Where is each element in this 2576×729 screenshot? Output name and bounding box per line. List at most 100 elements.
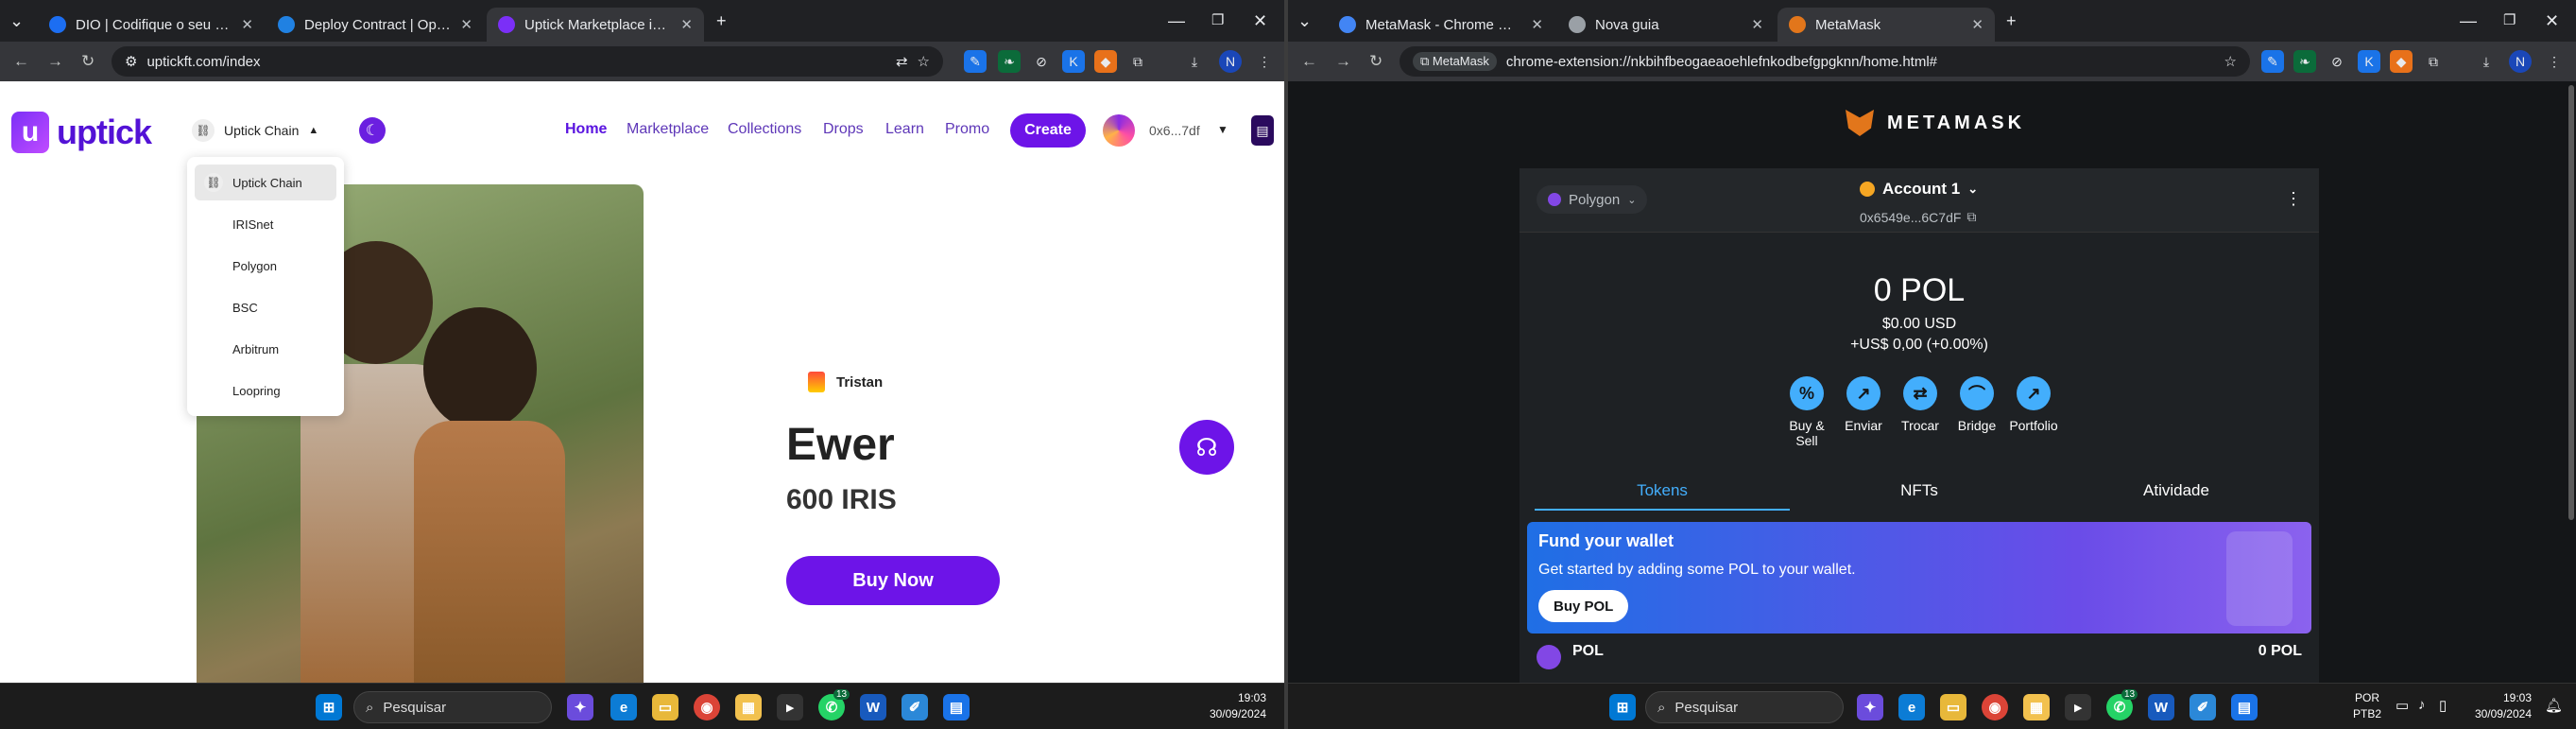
file-explorer-icon[interactable]: ▭	[1940, 694, 1966, 720]
new-tab-icon[interactable]: +	[2006, 8, 2017, 34]
start-windows-icon[interactable]: ⊞	[316, 694, 342, 720]
profile-icon[interactable]: N	[1219, 50, 1242, 73]
buy-now-button[interactable]: Buy Now	[786, 556, 1000, 605]
token-row-pol[interactable]: POL 0 POL	[1537, 641, 2302, 679]
download-icon[interactable]: ⤓	[1183, 50, 1206, 73]
notepad-icon[interactable]: ▤	[943, 694, 970, 720]
support-headset-icon[interactable]: ☊	[1179, 420, 1234, 475]
tab-search-icon[interactable]: ⌄	[9, 8, 24, 34]
notifications-bell-icon[interactable]: 🔔︎	[2545, 697, 2563, 714]
extensions-puzzle-icon[interactable]: ⧉	[2422, 50, 2445, 73]
network-icon[interactable]: ▭	[2396, 697, 2409, 714]
close-tab-icon[interactable]: ✕	[1751, 16, 1763, 33]
tab-chrome-web-store[interactable]: MetaMask - Chrome Web Store ✕	[1328, 8, 1554, 42]
chain-option-irisnet[interactable]: IRISnet	[195, 206, 336, 242]
create-button[interactable]: Create	[1010, 113, 1086, 148]
chain-option-uptick[interactable]: ⛓ Uptick Chain	[195, 165, 336, 200]
menu-icon[interactable]: ⋮	[1253, 50, 1276, 73]
chain-selector[interactable]: ⛓ Uptick Chain ▲	[192, 113, 318, 148]
edge-icon[interactable]: e	[1898, 694, 1925, 720]
tab-nova-guia[interactable]: Nova guia ✕	[1557, 8, 1775, 42]
start-windows-icon[interactable]: ⊞	[1609, 694, 1636, 720]
chrome-icon[interactable]: ◉	[1982, 694, 2008, 720]
minimize-icon[interactable]: —	[2460, 8, 2477, 34]
reload-icon[interactable]: ↻	[1369, 42, 1382, 81]
page-scrollbar[interactable]	[2567, 81, 2576, 683]
taskbar-clock[interactable]: 19:03 30/09/2024	[2462, 690, 2532, 722]
nav-promo[interactable]: Promo	[945, 121, 989, 138]
bookmark-star-icon[interactable]: ☆	[2224, 53, 2237, 70]
extensions-puzzle-icon[interactable]: ⧉	[1126, 50, 1149, 73]
chain-option-polygon[interactable]: Polygon	[195, 248, 336, 284]
tab-dio[interactable]: DIO | Codifique o seu futuro gl ✕	[38, 8, 265, 42]
close-tab-icon[interactable]: ✕	[241, 16, 253, 33]
close-tab-icon[interactable]: ✕	[1971, 16, 1984, 33]
nav-drops[interactable]: Drops	[823, 121, 864, 138]
extension-icon[interactable]: ✎	[2261, 50, 2284, 73]
tab-activity[interactable]: Atividade	[2049, 475, 2304, 511]
edge-icon[interactable]: e	[610, 694, 637, 720]
extension-chip[interactable]: ⧉ MetaMask	[1413, 52, 1497, 71]
word-icon[interactable]: W	[2148, 694, 2174, 720]
nav-learn[interactable]: Learn	[885, 121, 924, 138]
nft-owner[interactable]: Tristan	[808, 372, 883, 392]
close-window-icon[interactable]: ✕	[2545, 8, 2559, 34]
volume-icon[interactable]: ♪	[2418, 697, 2426, 713]
close-tab-icon[interactable]: ✕	[680, 16, 693, 33]
close-window-icon[interactable]: ✕	[1253, 8, 1267, 34]
taskbar-search[interactable]: ⌕ Pesquisar	[353, 691, 552, 723]
notepad-icon[interactable]: ▤	[2231, 694, 2258, 720]
account-address[interactable]: 0x6549e...6C7dF ⧉	[1860, 209, 1976, 225]
bookmark-star-icon[interactable]: ☆	[918, 53, 930, 70]
address-bar[interactable]: ⧉ MetaMask chrome-extension://nkbihfbeog…	[1400, 46, 2250, 77]
extension-icon[interactable]: K	[1062, 50, 1085, 73]
tab-nfts[interactable]: NFTs	[1792, 475, 2047, 511]
notes-icon[interactable]: ▦	[2023, 694, 2050, 720]
paint-icon[interactable]: ✐	[902, 694, 928, 720]
back-icon[interactable]: ←	[13, 42, 29, 81]
chrome-icon[interactable]: ◉	[694, 694, 720, 720]
account-dropdown-icon[interactable]: ▼	[1217, 123, 1228, 136]
forward-icon[interactable]: →	[47, 42, 63, 81]
taskbar-search[interactable]: ⌕ Pesquisar	[1645, 691, 1844, 723]
copilot-icon[interactable]: ✦	[567, 694, 593, 720]
terminal-icon[interactable]: ▸	[2065, 694, 2091, 720]
copy-icon[interactable]: ⧉	[1966, 209, 1976, 225]
menu-icon[interactable]: ⋮	[2543, 50, 2566, 73]
extension-icon[interactable]: K	[2358, 50, 2380, 73]
send-button[interactable]: ↗ Enviar	[1833, 376, 1894, 433]
close-tab-icon[interactable]: ✕	[1531, 16, 1543, 33]
taskbar-clock[interactable]: 19:03 30/09/2024	[1196, 690, 1266, 722]
profile-icon[interactable]: N	[2509, 50, 2532, 73]
paint-icon[interactable]: ✐	[2190, 694, 2216, 720]
portfolio-button[interactable]: ↗ Portfolio	[2003, 376, 2064, 433]
address-bar[interactable]: ⚙ uptickft.com/index ⇄ ☆	[112, 46, 943, 77]
new-tab-icon[interactable]: +	[716, 8, 727, 34]
close-tab-icon[interactable]: ✕	[460, 16, 472, 33]
buy-pol-button[interactable]: Buy POL	[1538, 590, 1629, 622]
nav-home[interactable]: Home	[565, 121, 607, 138]
battery-icon[interactable]: ▯	[2439, 697, 2447, 714]
scrollbar-thumb[interactable]	[2568, 85, 2574, 520]
metamask-extension-icon[interactable]: ◆	[2390, 50, 2413, 73]
extension-icon[interactable]: ⊘	[1030, 50, 1053, 73]
nav-marketplace[interactable]: Marketplace	[627, 121, 709, 138]
input-language[interactable]: POR PTB2	[2348, 690, 2386, 722]
extension-icon[interactable]: ❧	[998, 50, 1021, 73]
download-icon[interactable]: ⤓	[2475, 50, 2498, 73]
copilot-icon[interactable]: ✦	[1857, 694, 1883, 720]
site-info-icon[interactable]: ⚙	[125, 53, 137, 70]
tab-opensea[interactable]: Deploy Contract | OpenSea ✕	[266, 8, 484, 42]
file-explorer-icon[interactable]: ▭	[652, 694, 678, 720]
nav-collections[interactable]: Collections	[728, 121, 801, 138]
metamask-extension-icon[interactable]: ◆	[1094, 50, 1117, 73]
buy-sell-button[interactable]: % Buy & Sell	[1777, 376, 1837, 448]
restore-icon[interactable]: ❐	[1211, 8, 1224, 34]
word-icon[interactable]: W	[860, 694, 886, 720]
restore-icon[interactable]: ❐	[2503, 8, 2516, 34]
chain-option-arbitrum[interactable]: Arbitrum	[195, 331, 336, 367]
uptick-logo[interactable]: u uptick	[11, 112, 152, 153]
dark-mode-moon-icon[interactable]: ☾	[359, 117, 386, 144]
extension-icon[interactable]: ⊘	[2326, 50, 2348, 73]
tab-uptick[interactable]: Uptick Marketplace is dedicate ✕	[487, 8, 704, 42]
